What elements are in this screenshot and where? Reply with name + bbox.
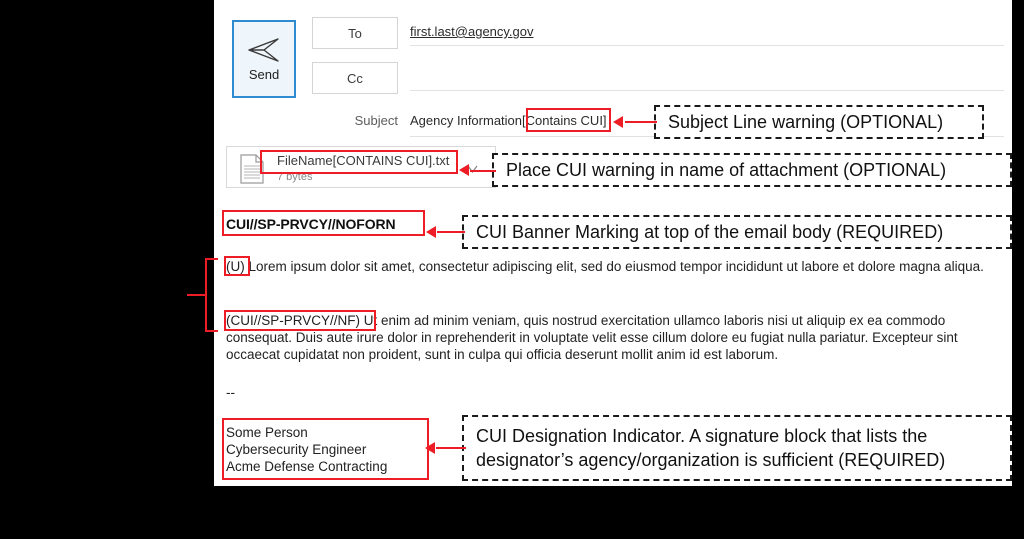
callout-subject-warning: Subject Line warning (OPTIONAL) bbox=[654, 105, 984, 139]
cc-recipients-input[interactable] bbox=[410, 69, 1004, 91]
paper-plane-icon bbox=[248, 37, 279, 62]
signature-org: Acme Defense Contracting bbox=[226, 459, 388, 474]
body-bracket-stem bbox=[187, 294, 207, 296]
arrow-line-attachment-warning bbox=[470, 170, 496, 172]
arrow-line-banner-marking bbox=[437, 231, 465, 233]
arrow-head-banner-marking bbox=[426, 226, 436, 238]
paragraph-1-text: Lorem ipsum dolor sit amet, consectetur … bbox=[244, 259, 984, 274]
callout-banner-marking-text: CUI Banner Marking at top of the email b… bbox=[476, 221, 944, 242]
callout-designation-indicator-line1: CUI Designation Indicator. A signature b… bbox=[476, 426, 928, 446]
document-icon bbox=[240, 154, 264, 184]
email-body-paragraph-2: (CUI//SP-PRVCY//NF) Ut enim ad minim ven… bbox=[226, 312, 1002, 363]
subject-text: Agency Information bbox=[410, 113, 523, 128]
subject-input[interactable]: Agency Information[Contains CUI] bbox=[410, 113, 607, 128]
portion-marking-u: (U) bbox=[226, 259, 245, 274]
cui-banner-marking: CUI//SP-PRVCY//NOFORN bbox=[226, 216, 396, 232]
to-field-button[interactable]: To bbox=[312, 17, 398, 49]
signature-name: Some Person bbox=[226, 425, 308, 440]
email-body-paragraph-1: (U) Lorem ipsum dolor sit amet, consecte… bbox=[226, 258, 1002, 275]
arrow-line-subject-warning bbox=[625, 121, 657, 123]
signature-separator: -- bbox=[226, 385, 235, 400]
to-recipients-input[interactable]: first.last@agency.gov bbox=[410, 24, 1004, 46]
cc-field-button[interactable]: Cc bbox=[312, 62, 398, 94]
callout-designation-indicator: CUI Designation Indicator. A signature b… bbox=[462, 415, 1012, 481]
signature-block: Some Person Cybersecurity Engineer Acme … bbox=[226, 424, 387, 475]
to-field-underline bbox=[410, 45, 1004, 46]
portion-marking-cui: (CUI//SP-PRVCY//NF) bbox=[226, 313, 361, 328]
callout-designation-indicator-line2: designator’s agency/organization is suff… bbox=[476, 450, 946, 470]
arrow-line-designation-indicator bbox=[436, 447, 466, 449]
callout-attachment-warning-text: Place CUI warning in name of attachment … bbox=[506, 159, 947, 180]
cc-label: Cc bbox=[347, 70, 363, 86]
cc-recipient-value bbox=[410, 69, 1004, 87]
attachment-filesize: 7 bytes bbox=[277, 171, 313, 183]
subject-cui-warning-text: [Contains CUI] bbox=[522, 113, 607, 128]
attachment-filename: FileName[CONTAINS CUI].txt bbox=[277, 153, 450, 168]
cc-field-underline bbox=[410, 90, 1004, 91]
callout-banner-marking: CUI Banner Marking at top of the email b… bbox=[462, 215, 1012, 249]
attachment-item[interactable]: FileName[CONTAINS CUI].txt 7 bytes bbox=[226, 146, 496, 188]
send-button-label: Send bbox=[248, 66, 280, 82]
to-label: To bbox=[348, 25, 362, 41]
arrow-head-subject-warning bbox=[613, 116, 623, 128]
arrow-head-designation-indicator bbox=[425, 442, 435, 454]
callout-subject-warning-text: Subject Line warning (OPTIONAL) bbox=[668, 111, 944, 132]
signature-title: Cybersecurity Engineer bbox=[226, 442, 367, 457]
callout-attachment-warning: Place CUI warning in name of attachment … bbox=[492, 153, 1012, 187]
body-bracket-top bbox=[205, 258, 218, 260]
arrow-head-attachment-warning bbox=[459, 164, 469, 176]
send-button[interactable]: Send bbox=[232, 20, 296, 98]
to-recipient-value: first.last@agency.gov bbox=[410, 24, 534, 39]
body-bracket-bottom bbox=[205, 330, 218, 332]
subject-label: Subject bbox=[354, 113, 398, 128]
